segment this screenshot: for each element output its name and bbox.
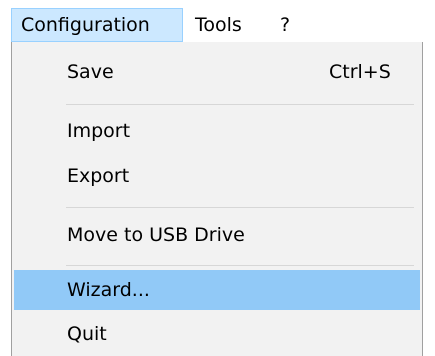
menu-item-save[interactable]: Save Ctrl+S (14, 52, 420, 92)
menu-item-label: Wizard... (67, 279, 150, 301)
menu-item-label: Import (67, 120, 131, 142)
menu-configuration[interactable]: Configuration (11, 8, 183, 42)
menu-separator (66, 104, 414, 105)
menu-item-export[interactable]: Export (14, 156, 420, 196)
menu-item-label: Move to USB Drive (67, 224, 245, 246)
configuration-dropdown-menu: Save Ctrl+S Import Export Move to USB Dr… (11, 42, 423, 356)
menu-bar: Configuration Tools ? (0, 0, 435, 44)
menu-separator (66, 265, 414, 266)
menu-separator (66, 207, 414, 208)
menu-item-label: Export (67, 165, 130, 187)
menu-item-import[interactable]: Import (14, 111, 420, 151)
menu-item-wizard[interactable]: Wizard... (14, 270, 420, 310)
menu-item-shortcut: Ctrl+S (329, 61, 391, 83)
menu-item-move-to-usb-drive[interactable]: Move to USB Drive (14, 215, 420, 255)
menu-item-quit[interactable]: Quit (14, 314, 420, 354)
menu-item-label: Quit (67, 323, 107, 345)
menu-item-label: Save (67, 61, 114, 83)
menu-tools[interactable]: Tools (195, 8, 257, 42)
menu-help[interactable]: ? (280, 8, 294, 42)
